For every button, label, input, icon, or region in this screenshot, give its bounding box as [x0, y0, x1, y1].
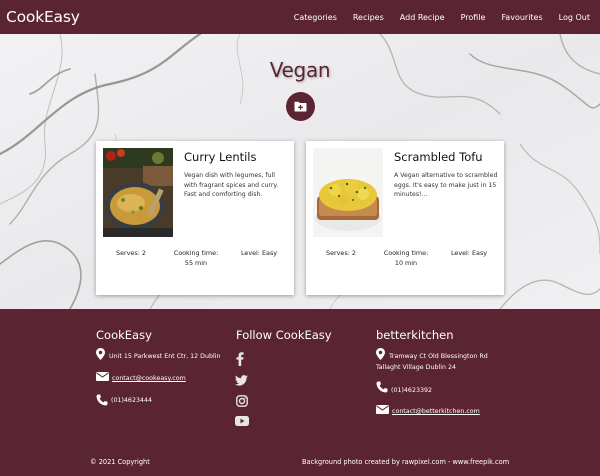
envelope-icon — [96, 372, 109, 381]
recipe-title[interactable]: Scrambled Tofu — [394, 150, 483, 164]
map-marker-icon — [96, 348, 105, 360]
nav-favourites[interactable]: Favourites — [493, 13, 550, 22]
brand-logo[interactable]: CookEasy — [6, 8, 80, 26]
folder-plus-icon — [294, 101, 307, 112]
map-marker-icon — [376, 348, 385, 360]
nav-links: Categories Recipes Add Recipe Profile Fa… — [286, 13, 592, 22]
youtube-icon[interactable] — [235, 416, 249, 426]
recipe-serves: Serves: 2 — [326, 249, 356, 257]
footer-cookeasy-phone: (01)4623444 — [111, 397, 152, 404]
nav-add-recipe[interactable]: Add Recipe — [392, 13, 453, 22]
footer: CookEasy Unit 15 Parkwest Ent Ctr, 12 Du… — [0, 309, 600, 476]
add-recipe-button[interactable] — [286, 92, 315, 121]
nav-categories[interactable]: Categories — [286, 13, 345, 22]
footer-cookeasy-address: Unit 15 Parkwest Ent Ctr, 12 Dublin — [109, 353, 221, 360]
recipe-description: A Vegan alternative to scrambled eggs. I… — [394, 172, 498, 199]
envelope-icon — [376, 405, 389, 414]
recipe-serves: Serves: 2 — [116, 249, 146, 257]
footer-betterkitchen-address-line1: Tramway Ct Old Blessington Rd — [389, 353, 488, 360]
nav-recipes[interactable]: Recipes — [345, 13, 392, 22]
navbar: CookEasy Categories Recipes Add Recipe P… — [0, 0, 600, 34]
recipe-cooking-time: Cooking time: 55 min — [168, 248, 224, 268]
footer-betterkitchen-address-line2: Tallaght Village Dublin 24 — [376, 364, 456, 371]
recipe-card[interactable]: Curry Lentils Vegan dish with legumes, f… — [96, 141, 294, 295]
footer-photo-credit[interactable]: Background photo created by rawpixel.com… — [302, 458, 509, 466]
recipe-card[interactable]: Scrambled Tofu A Vegan alternative to sc… — [306, 141, 504, 295]
recipe-description: Vegan dish with legumes, full with fragr… — [184, 172, 279, 199]
nav-profile[interactable]: Profile — [453, 13, 494, 22]
phone-icon — [96, 394, 108, 406]
hero-section: Vegan Curry Lentils Vegan dish with legu… — [0, 34, 600, 309]
twitter-icon[interactable] — [235, 375, 248, 386]
recipe-cooking-time: Cooking time: 10 min — [378, 248, 434, 268]
footer-cookeasy-title: CookEasy — [96, 328, 152, 342]
footer-betterkitchen-email[interactable]: contact@betterkitchen.com — [392, 407, 480, 417]
recipe-level: Level: Easy — [240, 249, 278, 257]
nav-logout[interactable]: Log Out — [551, 13, 592, 22]
cooking-time-value: 55 min — [184, 259, 208, 267]
cooking-time-label: Cooking time: — [173, 249, 219, 257]
footer-betterkitchen-title: betterkitchen — [376, 328, 454, 342]
facebook-icon[interactable] — [236, 352, 244, 366]
recipe-title[interactable]: Curry Lentils — [184, 150, 257, 164]
recipe-level: Level: Easy — [450, 249, 488, 257]
footer-betterkitchen-phone: (01)4623392 — [391, 387, 432, 394]
footer-cookeasy-email[interactable]: contact@cookeasy.com — [112, 374, 186, 384]
recipe-image-curry-lentils[interactable] — [103, 148, 173, 237]
category-title: Vegan — [269, 58, 331, 82]
instagram-icon[interactable] — [236, 395, 248, 407]
recipe-image-scrambled-tofu[interactable] — [313, 148, 383, 237]
footer-copyright: © 2021 Copyright — [90, 458, 150, 466]
footer-follow-title: Follow CookEasy — [236, 328, 332, 342]
cooking-time-value: 10 min — [394, 259, 418, 267]
cooking-time-label: Cooking time: — [383, 249, 429, 257]
phone-icon — [376, 381, 388, 393]
